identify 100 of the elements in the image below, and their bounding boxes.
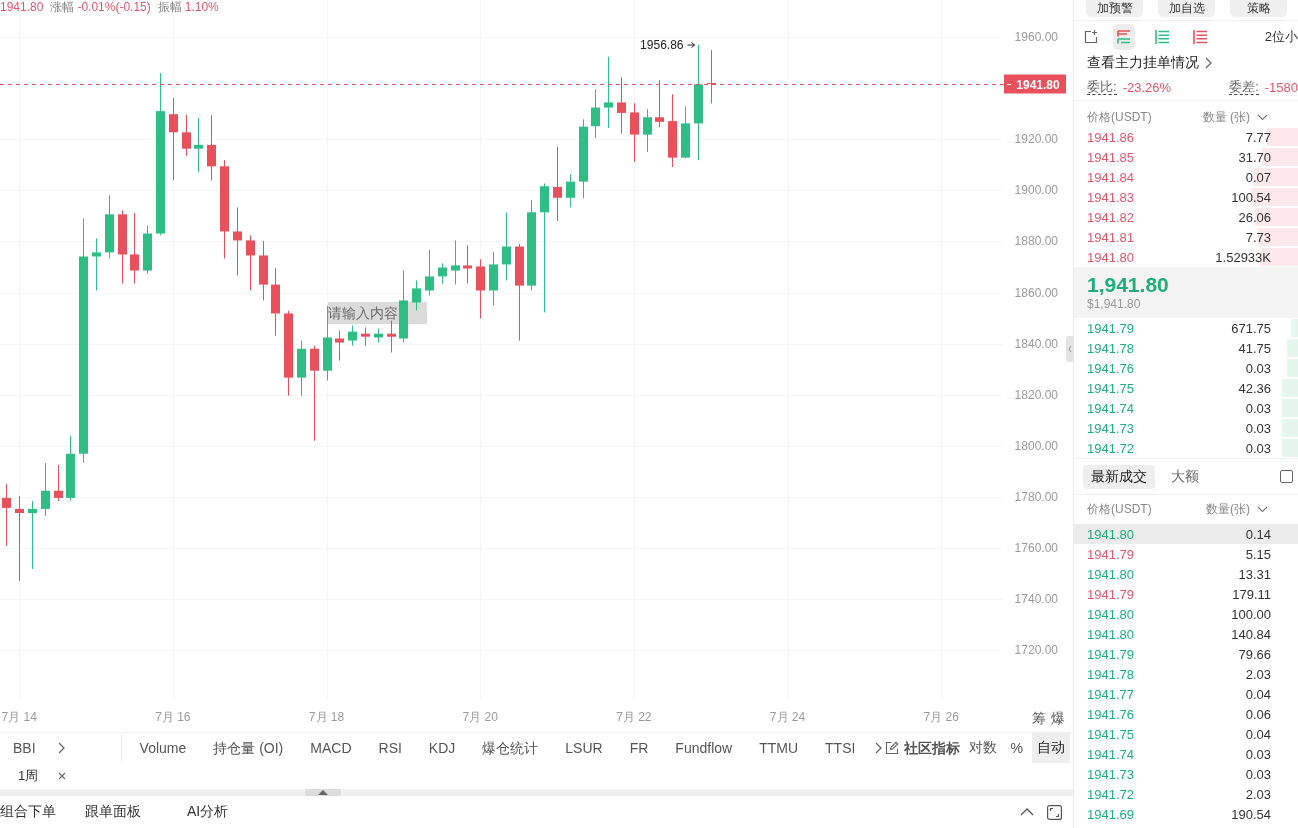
trade-amount: 79.66 [1238,646,1271,662]
candlestick [707,49,716,104]
order-book-split-icon[interactable] [1113,23,1135,50]
ref-line-label: 1941.80 [1016,77,1061,92]
candlestick [566,173,575,208]
ask-amount: 31.70 [1238,149,1271,165]
candlestick [630,102,639,163]
indicator-button[interactable]: TTMU [759,738,799,757]
trade-price: 1941.79 [1087,646,1134,662]
indicator-button[interactable]: KDJ [428,738,456,757]
close-icon[interactable] [58,771,67,780]
expand-icon[interactable] [1047,804,1062,820]
amount-unit-dropdown[interactable]: 数量 (张) [1202,109,1268,126]
trade-amount: 0.03 [1245,746,1271,762]
trade-amount: 190.54 [1231,806,1271,822]
candlestick [425,249,434,297]
column-header: 价格(USDT) [1087,501,1152,518]
ask-amount: 100.54 [1231,189,1271,205]
chevron-right-icon[interactable] [875,741,883,754]
trade-amount: 2.03 [1245,666,1271,682]
indicator-button[interactable]: Volume [139,738,187,757]
change-value: -0.01%(-0.15) [77,0,151,14]
order-book-asks-icon[interactable] [1192,28,1208,45]
edit-icon[interactable] [884,740,899,755]
indicator-button[interactable]: BBI [13,738,36,757]
candlestick [463,244,472,285]
bid-price: 1941.78 [1087,340,1134,356]
amplitude-value: 1.10% [184,0,219,14]
collapse-handle-icon[interactable] [1066,336,1074,362]
arrow-icon [687,42,695,48]
indicator-button[interactable]: LSUR [565,738,603,757]
trades-tab[interactable]: 最新成交 [1083,464,1155,489]
bid-price: 1941.79 [1087,320,1134,336]
trade-amount: 5.15 [1245,546,1271,562]
amount-unit-dropdown[interactable]: 数量(张) [1206,501,1268,518]
text-input-field[interactable]: 请输入内容 [327,302,427,324]
chevron-right-icon[interactable] [57,741,65,754]
panel-button[interactable]: 加预警 [1086,0,1143,17]
indicator-button[interactable]: Fundflow [675,738,733,757]
indicator-button[interactable]: TTSI [825,738,856,757]
date-axis-label: 7月 18 [308,710,345,724]
trade-price: 1941.69 [1087,806,1134,822]
panel-resize-handle[interactable] [305,789,341,796]
chevron-up-icon[interactable] [1020,808,1034,816]
panel-button[interactable]: 策略 [1230,0,1287,17]
precision-dropdown[interactable]: 2位小 [1264,27,1298,46]
candlestick [438,262,447,285]
bid-price: 1941.72 [1087,440,1134,456]
price-axis-label: 1820.00 [1014,387,1058,402]
trades-tab[interactable]: 大额 [1163,464,1207,489]
community-indicators-button[interactable]: 社区指标 [903,738,960,757]
change-label: 涨幅 [50,0,75,14]
checkbox[interactable] [1280,470,1293,483]
column-header: 价格(USDT) [1087,109,1152,126]
scale-mode-button[interactable]: % [1005,732,1028,763]
indicator-button[interactable]: MACD [310,738,352,757]
indicator-button[interactable]: RSI [378,738,402,757]
indicator-button[interactable]: 持仓量 (OI) [213,738,284,757]
panel-button[interactable]: 加自选 [1158,0,1215,17]
bottom-tab[interactable]: 组合下单 [0,803,85,821]
trade-amount: 13.31 [1238,566,1271,582]
scale-mode-button[interactable]: 对数 [963,732,1002,763]
chevron-down-icon[interactable] [1257,114,1268,121]
chevron-right-icon[interactable] [1205,57,1212,69]
trade-price: 1941.76 [1087,706,1134,722]
trade-price: 1941.75 [1087,726,1134,742]
bottom-tab[interactable]: AI分析 [187,803,229,821]
trade-amount: 2.03 [1245,786,1271,802]
candlestick [387,320,396,354]
bid-amount: 0.03 [1245,360,1271,376]
axis-toggle-button[interactable]: 爆 [1051,709,1065,727]
last-price: 1,941.80 [1087,273,1169,297]
ask-price: 1941.80 [1087,249,1134,265]
indicator-button[interactable]: FR [629,738,649,757]
candlestick [655,79,664,128]
candlestick [643,108,652,153]
bid-amount: 41.75 [1238,340,1271,356]
indicator-button[interactable]: 爆仓统计 [482,738,539,757]
trade-price: 1941.79 [1087,546,1134,562]
popout-icon[interactable] [1084,29,1098,44]
trade-amount: 0.03 [1245,766,1271,782]
date-axis-label: 7月 14 [1,710,37,724]
price-axis-label: 1860.00 [1014,285,1058,300]
candlestick [233,206,242,276]
main-orders-link[interactable]: 查看主力挂单情况 [1087,54,1199,72]
chevron-down-icon[interactable] [1257,506,1268,513]
trade-price: 1941.73 [1087,766,1134,782]
axis-toggle-button[interactable]: 筹 [1032,709,1046,727]
price-axis-label: 1800.00 [1014,438,1058,453]
candlestick [182,114,191,157]
interval-tag: 1周 [18,766,39,785]
trade-amount: 0.06 [1245,706,1271,722]
scale-mode-button[interactable]: 自动 [1032,732,1070,763]
price-axis-label: 1920.00 [1014,132,1058,147]
trade-amount: 179.11 [1232,586,1271,602]
bottom-tab[interactable]: 跟单面板 [85,803,187,821]
ask-amount: 7.77 [1245,129,1271,145]
candlestick [271,267,280,337]
price-axis-label: 1740.00 [1014,592,1058,607]
current-price-tag: 1941.80 [1004,74,1066,94]
